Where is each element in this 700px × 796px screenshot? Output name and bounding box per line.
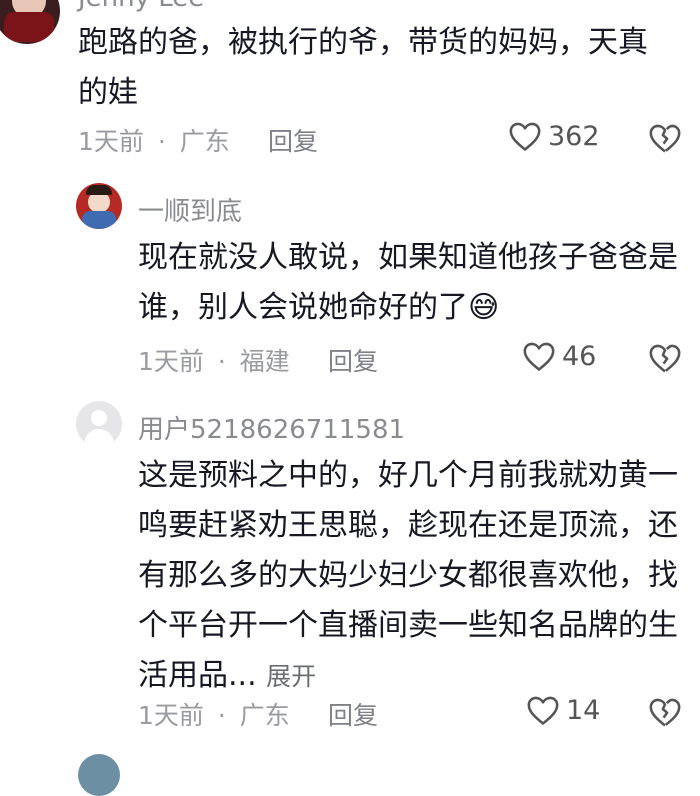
broken-heart-icon (649, 344, 681, 373)
comment-username[interactable]: 用户5218626711581 (138, 409, 405, 446)
comment-meta: 1天前 · 广东 (78, 122, 230, 158)
comment-text: 这是预料之中的，好几个月前我就劝黄一鸣要赶紧劝王思聪，趁现在还是顶流，还有那么多… (138, 451, 688, 702)
comment-text: 跑路的爸，被执行的爷，带货的妈妈，天真的娃 (78, 25, 648, 110)
dislike-button[interactable] (648, 122, 682, 158)
reply-button[interactable]: 回复 (268, 122, 318, 158)
comment-location: 广东 (179, 127, 230, 156)
comment-item: Jenny Lee 跑路的爸，被执行的爷，带货的妈妈，天真的娃 1天前 · 广东… (0, 0, 700, 175)
avatar[interactable] (0, 0, 60, 44)
meta-separator: · (157, 127, 166, 156)
broken-heart-icon (649, 698, 681, 727)
like-button[interactable]: 14 (526, 694, 600, 726)
like-count: 46 (562, 340, 597, 372)
avatar[interactable] (78, 754, 120, 796)
reply-button[interactable]: 回复 (328, 696, 378, 732)
heart-outline-icon (527, 696, 559, 725)
avatar[interactable] (76, 183, 122, 229)
like-button[interactable]: 362 (508, 120, 600, 152)
sweat-smile-emoji: 😅 (468, 290, 500, 325)
comment-body: 现在就没人敢说，如果知道他孩子爸爸是谁，别人会说她命好的了 (138, 240, 678, 325)
comment-item: 用户5218626711581 这是预料之中的，好几个月前我就劝黄一鸣要赶紧劝王… (0, 396, 700, 746)
heart-outline-icon (509, 122, 541, 151)
reply-button[interactable]: 回复 (328, 342, 378, 378)
comment-time: 1天前 (138, 701, 204, 730)
comment-time: 1天前 (138, 347, 204, 376)
meta-separator: · (217, 347, 226, 376)
broken-heart-icon (649, 124, 681, 153)
like-button[interactable]: 46 (522, 340, 596, 372)
comment-location: 广东 (239, 701, 290, 730)
comment-meta: 1天前 · 广东 (138, 696, 290, 732)
dislike-button[interactable] (648, 342, 682, 378)
comment-body: 这是预料之中的，好几个月前我就劝黄一鸣要赶紧劝王思聪，趁现在还是顶流，还有那么多… (138, 458, 678, 693)
comment-item: 一顺到底 现在就没人敢说，如果知道他孩子爸爸是谁，别人会说她命好的了😅 1天前 … (0, 178, 700, 388)
comment-username[interactable]: Jenny Lee (78, 0, 204, 13)
meta-separator: · (217, 701, 226, 730)
comment-username[interactable]: 一顺到底 (138, 191, 242, 228)
comment-location: 福建 (239, 347, 290, 376)
like-count: 362 (548, 120, 600, 152)
comment-text: 现在就没人敢说，如果知道他孩子爸爸是谁，别人会说她命好的了😅 (138, 233, 688, 333)
expand-button[interactable]: 展开 (266, 662, 316, 691)
heart-outline-icon (523, 342, 555, 371)
comment-time: 1天前 (78, 127, 144, 156)
default-user-avatar-icon[interactable] (76, 401, 122, 447)
comment-meta: 1天前 · 福建 (138, 342, 290, 378)
dislike-button[interactable] (648, 696, 682, 732)
like-count: 14 (566, 694, 601, 726)
